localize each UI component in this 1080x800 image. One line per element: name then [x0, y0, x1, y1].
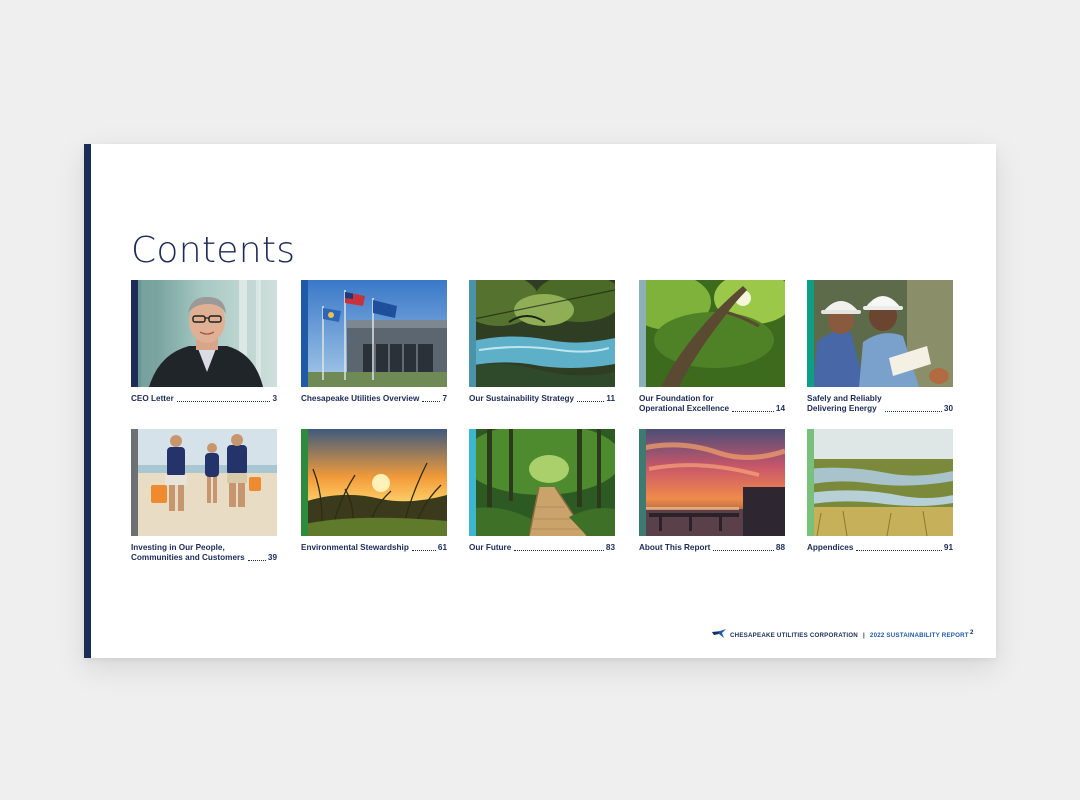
entry-page-number: 91: [943, 543, 953, 552]
entry-title: CEO Letter: [131, 394, 174, 403]
entry-title: Environmental Stewardship: [301, 543, 409, 552]
footer-page-number: 2: [970, 629, 974, 636]
accent-bar: [301, 280, 308, 387]
dot-leader: [176, 401, 271, 402]
entry-title: About This Report: [639, 543, 711, 552]
headquarters-photo: [301, 280, 447, 387]
entry-title: Our Future: [469, 543, 512, 552]
bird-logo-icon: [712, 629, 726, 641]
entry-page-number: 61: [437, 543, 447, 552]
page-title: Contents: [131, 230, 296, 271]
accent-bar: [807, 280, 814, 387]
dot-leader: [411, 550, 436, 551]
toc-entry-appendices[interactable]: Appendices 91: [807, 429, 953, 553]
toc-entry-label: Investing in Our People, Communities and…: [131, 543, 277, 563]
field-workers-photo: [807, 280, 953, 387]
beach-cleanup-photo: [131, 429, 277, 536]
accent-bar: [639, 280, 646, 387]
entry-page-number: 88: [775, 543, 785, 552]
toc-entry-label: Our Sustainability Strategy 11: [469, 394, 615, 404]
company-name: CHESAPEAKE UTILITIES CORPORATION: [730, 631, 858, 639]
tree-canopy-photo: [639, 280, 785, 387]
dot-leader: [856, 550, 942, 551]
toc-entry-about-this-report[interactable]: About This Report 88: [639, 429, 785, 553]
dot-leader: [884, 411, 942, 412]
toc-entry-label: Appendices 91: [807, 543, 953, 553]
toc-entry-sustainability-strategy[interactable]: Our Sustainability Strategy 11: [469, 280, 615, 404]
dot-leader: [422, 401, 441, 402]
dune-sunset-photo: [301, 429, 447, 536]
forest-stream-photo: [469, 280, 615, 387]
dot-leader: [732, 411, 774, 412]
report-name: 2022 SUSTAINABILITY REPORT: [869, 631, 969, 639]
toc-entry-ceo-letter[interactable]: CEO Letter 3: [131, 280, 277, 404]
dot-leader: [713, 550, 774, 551]
accent-bar: [301, 429, 308, 536]
toc-entry-our-future[interactable]: Our Future 83: [469, 429, 615, 553]
accent-bar: [131, 280, 138, 387]
entry-title: Chesapeake Utilities Overview: [301, 394, 420, 403]
accent-bar: [131, 429, 138, 536]
boardwalk-path-photo: [469, 429, 615, 536]
toc-entry-label: About This Report 88: [639, 543, 785, 553]
report-page: Contents CEO Letter 3 Chesapeake Utiliti…: [84, 144, 996, 658]
dot-leader: [247, 560, 266, 561]
ceo-portrait-photo: [131, 280, 277, 387]
toc-entry-label: Chesapeake Utilities Overview 7: [301, 394, 447, 404]
toc-entry-overview[interactable]: Chesapeake Utilities Overview 7: [301, 280, 447, 404]
toc-entry-operational-excellence[interactable]: Our Foundation for Operational Excellenc…: [639, 280, 785, 414]
toc-entry-label: Environmental Stewardship 61: [301, 543, 447, 553]
page-spine: [84, 144, 91, 658]
toc-entry-label: Our Future 83: [469, 543, 615, 553]
accent-bar: [639, 429, 646, 536]
dot-leader: [577, 401, 605, 402]
entry-page-number: 3: [272, 394, 277, 403]
toc-entry-delivering-energy[interactable]: Safely and Reliably Delivering Energy 30: [807, 280, 953, 414]
entry-page-number: 30: [943, 404, 953, 413]
entry-page-number: 83: [605, 543, 615, 552]
entry-title: Appendices: [807, 543, 854, 552]
entry-title: Investing in Our People, Communities and…: [131, 543, 245, 562]
entry-title: Our Sustainability Strategy: [469, 394, 575, 403]
marsh-landscape-photo: [807, 429, 953, 536]
toc-entry-label: CEO Letter 3: [131, 394, 277, 404]
toc-entry-investing-in-people[interactable]: Investing in Our People, Communities and…: [131, 429, 277, 563]
toc-entry-label: Our Foundation for Operational Excellenc…: [639, 394, 785, 414]
entry-title: Our Foundation for Operational Excellenc…: [639, 394, 730, 413]
accent-bar: [807, 429, 814, 536]
toc-entry-label: Safely and Reliably Delivering Energy 30: [807, 394, 953, 414]
entry-page-number: 39: [267, 553, 277, 562]
entry-page-number: 7: [442, 394, 447, 403]
footer-separator: |: [862, 631, 865, 639]
page-footer: CHESAPEAKE UTILITIES CORPORATION | 2022 …: [712, 629, 973, 641]
entry-title: Safely and Reliably Delivering Energy: [807, 394, 882, 413]
accent-bar: [469, 280, 476, 387]
accent-bar: [469, 429, 476, 536]
dot-leader: [514, 550, 604, 551]
toc-entry-environmental-stewardship[interactable]: Environmental Stewardship 61: [301, 429, 447, 553]
entry-page-number: 14: [775, 404, 785, 413]
harbor-sunset-photo: [639, 429, 785, 536]
entry-page-number: 11: [606, 394, 615, 403]
